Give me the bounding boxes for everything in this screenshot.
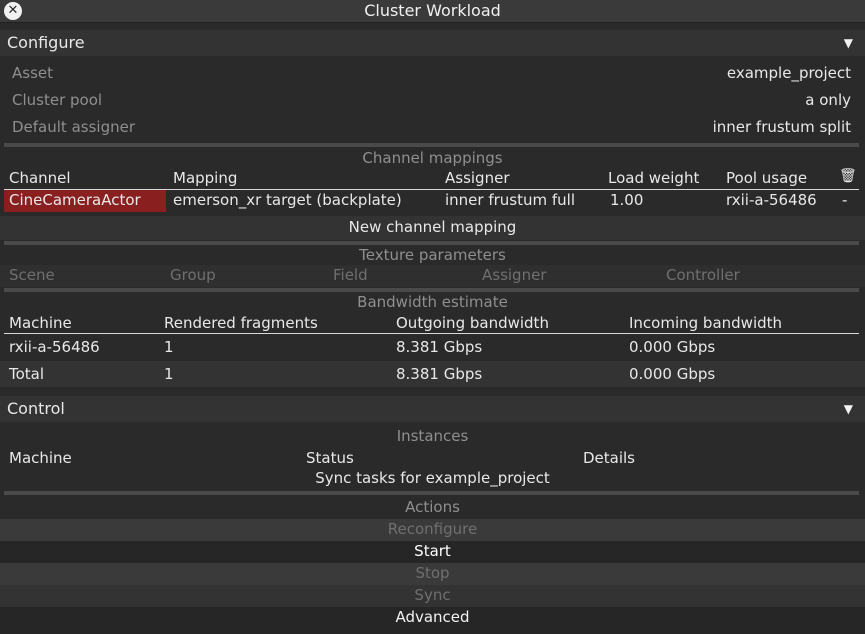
window-title: Cluster Workload	[364, 1, 501, 20]
col-outgoing: Outgoing bandwidth	[396, 314, 549, 332]
header-underline	[4, 333, 859, 334]
title-bar: ✕ Cluster Workload	[0, 0, 865, 23]
configure-label: Configure	[7, 33, 85, 52]
col-instance-machine: Machine	[9, 449, 72, 467]
sync-tasks-text: Sync tasks for example_project	[315, 469, 550, 487]
load-weight-value[interactable]: 1.00	[610, 191, 643, 209]
cluster-pool-label: Cluster pool	[12, 91, 103, 109]
advanced-button[interactable]: Advanced	[0, 607, 865, 634]
col-pool-usage: Pool usage	[726, 169, 808, 187]
bw-outgoing: 8.381 Gbps	[396, 338, 483, 356]
col-texture-assigner: Assigner	[482, 266, 547, 284]
section-separator	[4, 241, 859, 245]
channel-value[interactable]: CineCameraActor	[9, 191, 141, 209]
start-button[interactable]: Start	[0, 541, 865, 563]
asset-label: Asset	[12, 64, 54, 82]
reconfigure-button[interactable]: Reconfigure	[0, 519, 865, 541]
trash-icon[interactable]: 🗑	[839, 168, 857, 184]
asset-value[interactable]: example_project	[727, 64, 851, 82]
mapping-value[interactable]: emerson_xr target (backplate)	[173, 191, 402, 209]
bw-total-label: Total	[9, 365, 45, 383]
col-mapping: Mapping	[173, 169, 238, 187]
collapse-triangle-icon[interactable]: ▼	[844, 36, 853, 50]
control-header[interactable]: Control ▼	[0, 396, 865, 422]
row-extra: -	[842, 191, 848, 209]
col-assigner: Assigner	[445, 169, 510, 187]
channel-mappings-title: Channel mappings	[362, 149, 503, 167]
bw-total-outgoing: 8.381 Gbps	[396, 365, 483, 383]
instances-title: Instances	[396, 427, 469, 445]
control-label: Control	[7, 399, 65, 418]
col-incoming: Incoming bandwidth	[629, 314, 783, 332]
bw-total-fragments: 1	[164, 365, 174, 383]
bandwidth-title: Bandwidth estimate	[357, 293, 508, 311]
col-load-weight: Load weight	[608, 169, 700, 187]
default-assigner-value[interactable]: inner frustum split	[713, 118, 851, 136]
default-assigner-label: Default assigner	[12, 118, 135, 136]
reconfigure-label: Reconfigure	[387, 520, 478, 538]
cluster-workload-window: ✕ Cluster Workload Configure ▼ Asset exa…	[0, 0, 865, 634]
pool-usage-value[interactable]: rxii-a-56486	[726, 191, 817, 209]
sync-button[interactable]: Sync	[0, 585, 865, 607]
assigner-value[interactable]: inner frustum full	[445, 191, 575, 209]
actions-title: Actions	[405, 498, 460, 516]
section-separator	[4, 288, 859, 292]
col-rendered-fragments: Rendered fragments	[164, 314, 318, 332]
start-label: Start	[414, 542, 451, 560]
col-status: Status	[306, 449, 354, 467]
stop-button[interactable]: Stop	[0, 563, 865, 585]
bw-total-incoming: 0.000 Gbps	[629, 365, 716, 383]
col-machine: Machine	[9, 314, 72, 332]
configure-header[interactable]: Configure ▼	[0, 30, 865, 56]
cluster-pool-value[interactable]: a only	[805, 91, 851, 109]
new-channel-mapping-button[interactable]: New channel mapping	[0, 218, 865, 236]
col-group: Group	[170, 266, 216, 284]
collapse-triangle-icon[interactable]: ▼	[844, 402, 853, 416]
col-controller: Controller	[666, 266, 740, 284]
stop-label: Stop	[415, 564, 450, 582]
sync-label: Sync	[414, 586, 451, 604]
texture-parameters-title: Texture parameters	[359, 246, 506, 264]
bw-fragments: 1	[164, 338, 174, 356]
advanced-label: Advanced	[395, 608, 470, 626]
col-field: Field	[333, 266, 368, 284]
col-channel: Channel	[9, 169, 71, 187]
col-scene: Scene	[9, 266, 55, 284]
section-separator	[4, 143, 859, 147]
bw-incoming: 0.000 Gbps	[629, 338, 716, 356]
section-separator	[4, 491, 859, 495]
bw-machine: rxii-a-56486	[9, 338, 100, 356]
col-details: Details	[583, 449, 636, 467]
